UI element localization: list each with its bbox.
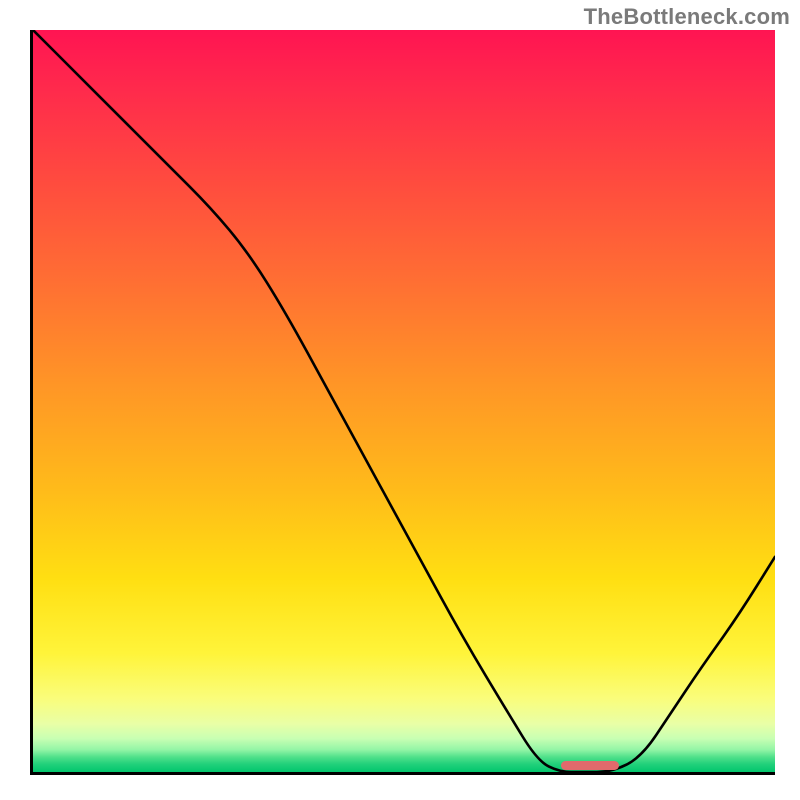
optimal-range-marker — [561, 761, 619, 770]
bottleneck-curve-path — [33, 30, 775, 772]
watermark-text: TheBottleneck.com — [584, 4, 790, 30]
chart-stage: TheBottleneck.com — [0, 0, 800, 800]
plot-area — [30, 30, 775, 775]
bottleneck-curve — [33, 30, 775, 772]
